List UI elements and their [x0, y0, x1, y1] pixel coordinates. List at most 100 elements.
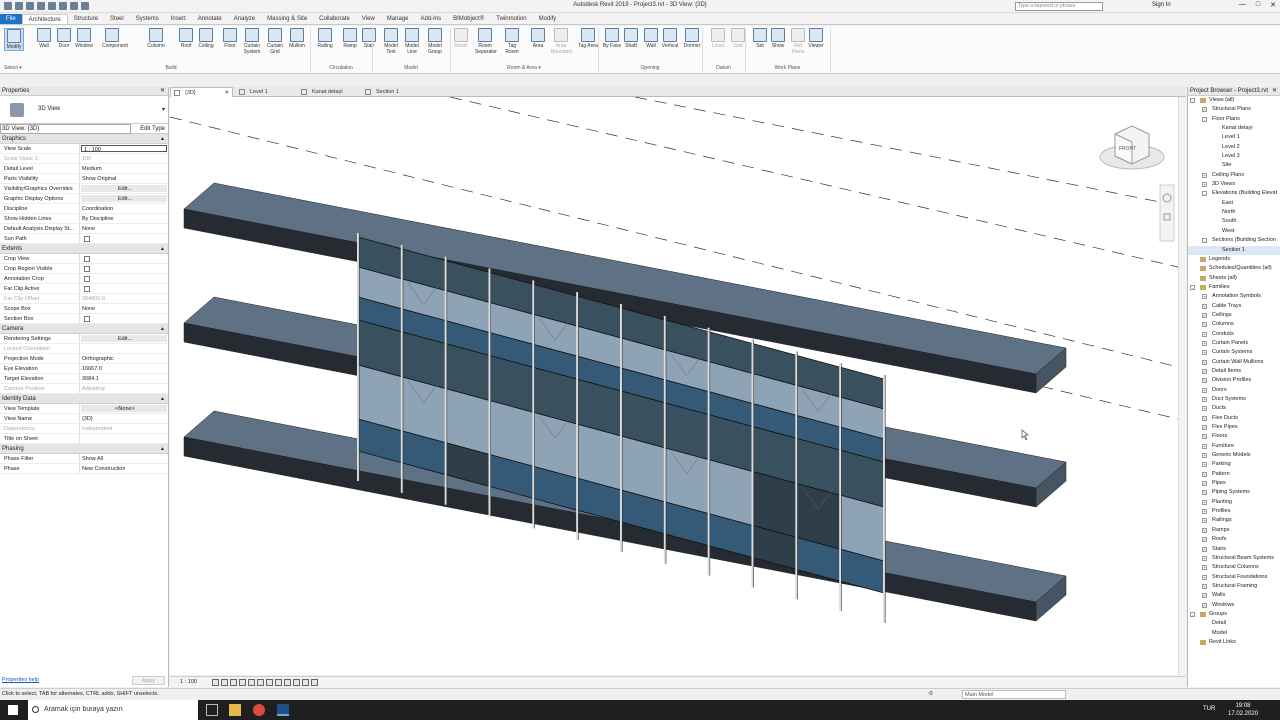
tab-structure[interactable]: Structure	[68, 14, 104, 24]
property-value[interactable]	[80, 314, 168, 323]
property-value[interactable]	[80, 284, 168, 293]
browser-item[interactable]: East	[1188, 199, 1280, 208]
collapse-icon[interactable]: -	[1202, 116, 1207, 122]
property-value[interactable]: Medium	[80, 164, 168, 173]
task-view-icon[interactable]	[206, 704, 218, 716]
undo-icon[interactable]	[26, 2, 34, 10]
navigation-bar[interactable]	[1159, 184, 1175, 242]
browser-item[interactable]: + Division Profiles	[1188, 376, 1280, 385]
clock[interactable]: 19:08 17.02.2020	[1228, 702, 1258, 718]
tool-ceiling-button[interactable]: Ceiling	[196, 28, 216, 49]
tool-room-separator-button[interactable]: Room Separator	[475, 28, 497, 55]
browser-item[interactable]: + Pattern	[1188, 470, 1280, 479]
expand-icon[interactable]: +	[1202, 387, 1207, 393]
expand-icon[interactable]: +	[1202, 443, 1207, 449]
tool-area-button[interactable]: Area	[528, 28, 548, 49]
tab-steel[interactable]: Steel	[104, 14, 130, 24]
property-value[interactable]: Edit...	[81, 195, 167, 202]
expand-icon[interactable]: +	[1202, 303, 1207, 309]
worksharing-icon[interactable]	[302, 679, 309, 686]
vertical-scrollbar[interactable]	[1178, 97, 1186, 675]
collapse-icon[interactable]: ▲	[160, 324, 165, 334]
tool-ref-plane-button[interactable]: Ref Plane	[788, 28, 808, 55]
browser-item[interactable]: + Ducts	[1188, 404, 1280, 413]
tool-room-button[interactable]: Room	[451, 28, 471, 49]
browser-item[interactable]: + Ceilings	[1188, 311, 1280, 320]
property-value[interactable]: Orthographic	[80, 354, 168, 363]
tool-set-button[interactable]: Set	[750, 28, 770, 49]
collapse-icon[interactable]: -	[1190, 611, 1195, 617]
tab-bimobject[interactable]: BIMobject®	[447, 14, 490, 24]
tab-architecture[interactable]: Architecture	[21, 14, 68, 24]
expand-icon[interactable]: +	[1202, 425, 1207, 431]
browser-item[interactable]: + Ramps	[1188, 526, 1280, 535]
visual-style-icon[interactable]	[221, 679, 228, 686]
property-value[interactable]: <None>	[81, 405, 167, 412]
file-explorer-icon[interactable]	[229, 704, 241, 716]
drawing-canvas[interactable]: FRONT	[170, 97, 1178, 675]
collapse-icon[interactable]: ▲	[160, 134, 165, 144]
tab-add-ins[interactable]: Add-Ins	[414, 14, 447, 24]
view-tab-section-1[interactable]: Section 1	[362, 87, 424, 97]
browser-item[interactable]: Site	[1188, 161, 1280, 170]
collapse-icon[interactable]: ▲	[160, 244, 165, 254]
3d-view-icon[interactable]	[81, 2, 89, 10]
expand-icon[interactable]: +	[1202, 378, 1207, 384]
checkbox[interactable]	[84, 266, 90, 272]
property-value[interactable]: None	[80, 304, 168, 313]
property-value[interactable]: {3D}	[80, 414, 168, 423]
view-tab-level-1[interactable]: Level 1	[236, 87, 298, 97]
browser-item[interactable]: Sheets (all)	[1188, 274, 1280, 283]
browser-item[interactable]: + Structural Foundations	[1188, 573, 1280, 582]
tool-ramp-button[interactable]: Ramp	[340, 28, 360, 49]
expand-icon[interactable]: +	[1202, 322, 1207, 328]
tab-analyze[interactable]: Analyze	[228, 14, 261, 24]
browser-item[interactable]: Level 2	[1188, 143, 1280, 152]
chevron-down-icon[interactable]: ▾	[162, 106, 165, 113]
tool-door-button[interactable]: Door	[54, 28, 74, 49]
browser-item[interactable]: + Piping Systems	[1188, 488, 1280, 497]
tool-stair-button[interactable]: Stair	[359, 28, 379, 49]
browser-item[interactable]: +3D Views	[1188, 180, 1280, 189]
tab-manage[interactable]: Manage	[381, 14, 415, 24]
expand-icon[interactable]: +	[1202, 368, 1207, 374]
tab-annotate[interactable]: Annotate	[192, 14, 228, 24]
tool-vertical-button[interactable]: Vertical	[660, 28, 680, 49]
browser-item[interactable]: + Furniture	[1188, 442, 1280, 451]
checkbox[interactable]	[84, 286, 90, 292]
tool-column-button[interactable]: Column	[146, 28, 166, 49]
expand-icon[interactable]: +	[1202, 583, 1207, 589]
browser-item[interactable]: Detail	[1188, 619, 1280, 628]
tool-viewer-button[interactable]: Viewer	[806, 28, 826, 49]
browser-item[interactable]: - Views (all)	[1188, 96, 1280, 105]
tool-model-line-button[interactable]: Model Line	[402, 28, 422, 55]
expand-icon[interactable]: +	[1202, 107, 1207, 113]
browser-item[interactable]: Model	[1188, 629, 1280, 638]
property-value[interactable]	[80, 274, 168, 283]
tool-tag-room-button[interactable]: Tag Room	[502, 28, 522, 55]
collapse-icon[interactable]: -	[1202, 238, 1207, 244]
taskbar-search[interactable]: Aramak için buraya yazın	[28, 700, 198, 720]
text-icon[interactable]	[70, 2, 78, 10]
expand-icon[interactable]: +	[1202, 593, 1207, 599]
expand-icon[interactable]: +	[1202, 359, 1207, 365]
expand-icon[interactable]: +	[1202, 537, 1207, 543]
windows-start-icon[interactable]	[8, 705, 18, 715]
tool-wall-button[interactable]: Wall	[641, 28, 661, 49]
revit-icon[interactable]	[277, 704, 289, 716]
tool-area-boundary-button[interactable]: Area Boundary	[551, 28, 572, 55]
group-identity-data[interactable]: Identity Data ▲	[0, 394, 168, 404]
chrome-icon[interactable]	[253, 704, 265, 716]
property-value[interactable]: None	[80, 224, 168, 233]
property-value[interactable]: Edit...	[81, 185, 167, 192]
expand-icon[interactable]: +	[1202, 406, 1207, 412]
language-indicator[interactable]: TUR	[1203, 706, 1215, 712]
instance-selector[interactable]: 3D View: {3D} Edit Type	[0, 124, 168, 134]
measure-icon[interactable]	[59, 2, 67, 10]
browser-item[interactable]: North	[1188, 208, 1280, 217]
expand-icon[interactable]: +	[1202, 331, 1207, 337]
browser-item[interactable]: + Pipes	[1188, 479, 1280, 488]
expand-icon[interactable]: +	[1202, 453, 1207, 459]
expand-icon[interactable]: +	[1202, 490, 1207, 496]
search-input[interactable]: Type a keyword or phrase	[1015, 2, 1103, 11]
